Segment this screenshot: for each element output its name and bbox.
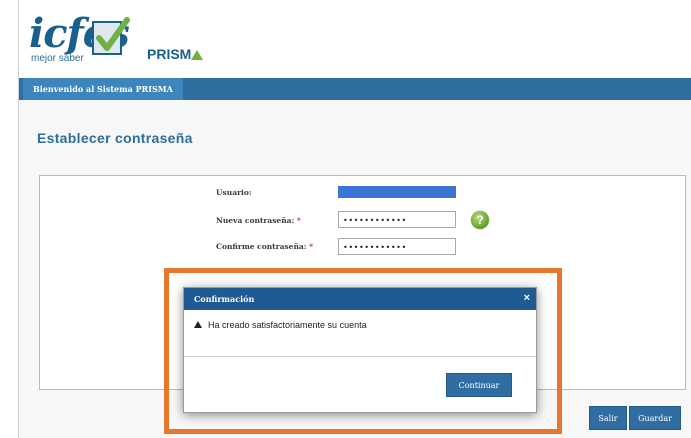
required-mark: * bbox=[309, 242, 314, 251]
navbar: Bienvenido al Sistema PRISMA bbox=[19, 78, 691, 100]
dialog-message-text: Ha creado satisfactoriamente su cuenta bbox=[208, 320, 367, 330]
icfes-tagline: mejor saber bbox=[31, 53, 84, 64]
warning-icon bbox=[194, 321, 202, 328]
nav-tab-welcome[interactable]: Bienvenido al Sistema PRISMA bbox=[23, 78, 183, 100]
confirmation-dialog: Confirmación × Ha creado satisfactoriame… bbox=[183, 287, 537, 413]
dialog-divider bbox=[184, 356, 536, 357]
required-mark: * bbox=[296, 216, 301, 225]
save-button[interactable]: Guardar bbox=[629, 406, 681, 430]
confirm-password-field[interactable]: •••••••••••• bbox=[338, 238, 456, 255]
triangle-icon bbox=[191, 50, 204, 60]
close-icon[interactable]: × bbox=[524, 288, 530, 308]
dialog-header: Confirmación × bbox=[184, 288, 536, 310]
dialog-message: Ha creado satisfactoriamente su cuenta bbox=[194, 320, 367, 330]
page-title: Establecer contraseña bbox=[37, 130, 193, 146]
exit-button[interactable]: Salir bbox=[589, 406, 627, 430]
user-label: Usuario: bbox=[216, 188, 252, 197]
password-label: Nueva contraseña: * bbox=[216, 216, 301, 225]
continue-button[interactable]: Continuar bbox=[446, 373, 512, 397]
new-password-field[interactable]: •••••••••••• bbox=[338, 211, 456, 228]
header: icfes mejor saber PRISM bbox=[19, 0, 691, 78]
confirm-password-label: Confirme contraseña: * bbox=[216, 242, 314, 251]
dialog-title: Confirmación bbox=[194, 294, 255, 304]
user-field bbox=[338, 186, 456, 198]
prisma-logo: PRISM bbox=[147, 46, 204, 62]
prisma-logo-text: PRISM bbox=[147, 46, 192, 62]
check-logo-icon bbox=[92, 17, 130, 55]
help-icon[interactable]: ? bbox=[471, 211, 489, 229]
